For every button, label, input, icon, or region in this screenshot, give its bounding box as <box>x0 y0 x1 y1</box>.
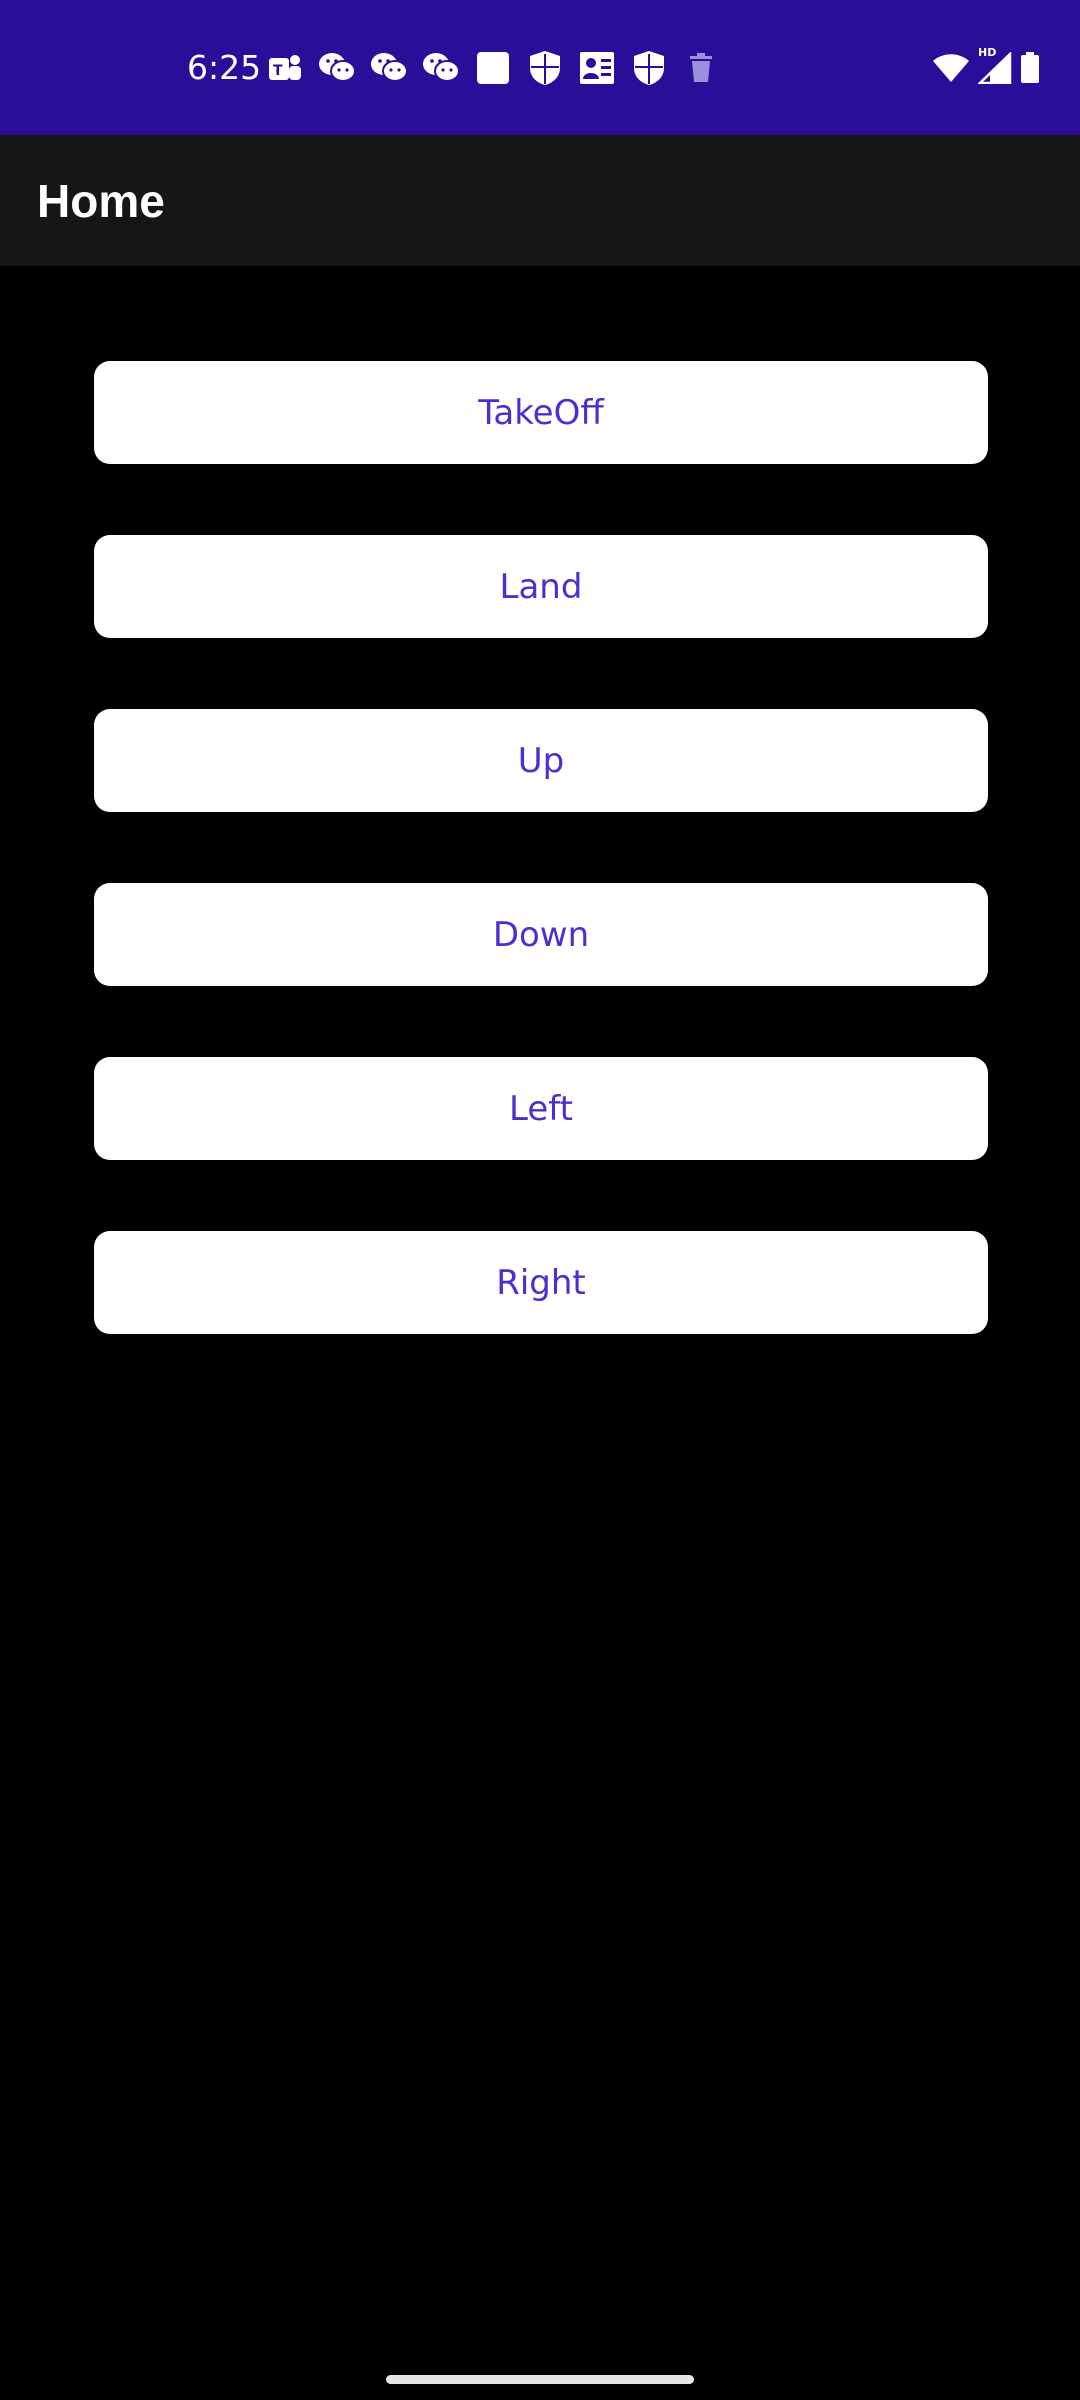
shield-icon <box>629 48 669 88</box>
right-button[interactable]: Right <box>94 1231 988 1334</box>
svg-text:T: T <box>273 63 283 79</box>
gesture-nav-handle[interactable] <box>386 2375 694 2384</box>
cellular-signal-icon: HD <box>978 46 1012 84</box>
wechat-icon <box>317 48 357 88</box>
status-time: 6:25 <box>187 48 262 87</box>
down-button[interactable]: Down <box>94 883 988 986</box>
battery-icon <box>1020 52 1040 84</box>
signal-label: HD <box>978 46 997 59</box>
page-title: Home <box>37 175 165 227</box>
wechat-icon <box>369 48 409 88</box>
takeoff-button[interactable]: TakeOff <box>94 361 988 464</box>
land-button[interactable]: Land <box>94 535 988 638</box>
left-button[interactable]: Left <box>94 1057 988 1160</box>
notification-icons: T <box>265 48 733 88</box>
teams-icon: T <box>265 48 305 88</box>
wifi-icon <box>932 53 970 83</box>
system-status-icons: HD <box>924 46 1040 88</box>
contacts-icon <box>577 48 617 88</box>
shield-icon <box>525 48 565 88</box>
square-icon <box>473 48 513 88</box>
wechat-icon <box>421 48 461 88</box>
up-button[interactable]: Up <box>94 709 988 812</box>
trash-icon <box>681 48 721 88</box>
app-bar: Home <box>0 135 1080 266</box>
status-bar: 6:25 T HD <box>0 0 1080 135</box>
control-button-list: TakeOff Land Up Down Left Right <box>94 361 988 1405</box>
